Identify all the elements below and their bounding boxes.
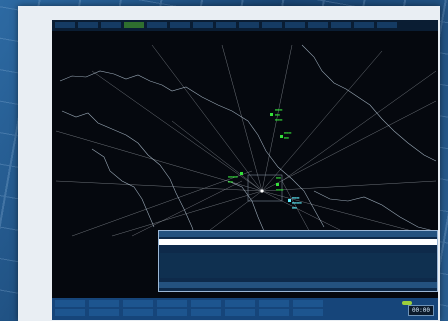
track-green-3[interactable]: ▬▬▬▬ ▬▬	[228, 172, 243, 184]
control-button[interactable]	[293, 309, 323, 316]
toolbar-button-14[interactable]	[354, 22, 374, 28]
control-button[interactable]	[225, 300, 255, 307]
toolbar-button-6[interactable]	[170, 22, 190, 28]
track-green-1[interactable]: ▬▬▬ ▬▬ ▬▬▬	[270, 107, 283, 122]
flight-list-cell	[366, 239, 388, 245]
control-button[interactable]	[89, 309, 119, 316]
toolbar-button-7[interactable]	[193, 22, 213, 28]
flight-list-cell	[306, 282, 328, 288]
flight-list-cell	[162, 282, 184, 288]
control-button[interactable]	[259, 300, 289, 307]
control-button[interactable]	[293, 300, 323, 307]
control-button[interactable]	[157, 309, 187, 316]
flight-list-cell	[162, 231, 184, 237]
flight-list-row[interactable]	[159, 239, 437, 245]
track-green-4[interactable]: ▬▬ ▬▬▬	[276, 175, 284, 192]
monitor-frame: ▬▬▬ ▬▬ ▬▬▬ ▬▬▬ ▬▬ ▬▬▬▬ ▬▬ ▬▬ ▬▬▬ ▬▬▬ ▬▬▬…	[18, 6, 440, 321]
bottom-control-bar	[52, 298, 438, 320]
track-green-2[interactable]: ▬▬▬ ▬▬	[280, 130, 292, 140]
control-group-6	[225, 300, 255, 318]
toolbar-button-4[interactable]	[124, 22, 144, 28]
flight-list-cell	[196, 239, 218, 245]
airport-marker	[260, 189, 264, 193]
flight-list-cell	[162, 239, 184, 245]
control-button[interactable]	[225, 309, 255, 316]
control-button[interactable]	[259, 309, 289, 316]
flight-list-cell	[378, 282, 400, 288]
flight-list-header-2	[159, 282, 437, 288]
toolbar-button-1[interactable]	[55, 22, 75, 28]
control-button[interactable]	[55, 300, 85, 307]
control-group-8	[293, 300, 323, 318]
clock: 00:00	[407, 305, 434, 316]
control-group-5	[191, 300, 221, 318]
track-cyan-1[interactable]: ▬▬▬ ▬▬▬▬ ▬▬	[288, 195, 302, 210]
control-button[interactable]	[157, 300, 187, 307]
control-group-7	[259, 300, 289, 318]
flight-list-cell	[378, 231, 400, 237]
toolbar-button-2[interactable]	[78, 22, 98, 28]
flight-list-cell	[342, 282, 364, 288]
control-button[interactable]	[123, 309, 153, 316]
flight-list-cell	[234, 282, 256, 288]
toolbar-button-9[interactable]	[239, 22, 259, 28]
control-button[interactable]	[55, 309, 85, 316]
flight-list-window[interactable]	[158, 230, 438, 292]
toolbar-button-8[interactable]	[216, 22, 236, 28]
control-button[interactable]	[123, 300, 153, 307]
flight-list-cell	[270, 231, 292, 237]
svg-text:▬▬: ▬▬	[228, 179, 233, 184]
svg-text:▬▬: ▬▬	[284, 135, 289, 140]
flight-list-header	[159, 231, 437, 237]
coastlines	[59, 44, 437, 260]
control-group-4	[157, 300, 187, 318]
flight-list-cell	[230, 239, 252, 245]
toolbar-button-3[interactable]	[101, 22, 121, 28]
toolbar-button-5[interactable]	[147, 22, 167, 28]
flight-list-cell	[332, 239, 354, 245]
control-group-1	[55, 300, 85, 318]
control-group-3	[123, 300, 153, 318]
flight-list-cell	[342, 231, 364, 237]
toolbar-button-13[interactable]	[331, 22, 351, 28]
control-button[interactable]	[89, 300, 119, 307]
flight-list-empty-area	[160, 253, 436, 278]
toolbar-button-12[interactable]	[308, 22, 328, 28]
svg-text:▬▬▬: ▬▬▬	[276, 187, 284, 192]
radar-screen: ▬▬▬ ▬▬ ▬▬▬ ▬▬▬ ▬▬ ▬▬▬▬ ▬▬ ▬▬ ▬▬▬ ▬▬▬ ▬▬▬…	[52, 20, 438, 320]
flight-list-cell	[264, 239, 286, 245]
flight-list-cell	[270, 282, 292, 288]
svg-text:▬▬: ▬▬	[292, 205, 297, 210]
toolbar-button-11[interactable]	[285, 22, 305, 28]
flight-list-cell	[306, 231, 328, 237]
svg-text:▬▬▬: ▬▬▬	[275, 117, 283, 122]
toolbar-button-15[interactable]	[377, 22, 397, 28]
flight-list-cell	[234, 231, 256, 237]
top-toolbar	[52, 20, 438, 31]
flight-list-cell	[198, 231, 220, 237]
flight-list-cell	[198, 282, 220, 288]
svg-text:▬▬: ▬▬	[276, 175, 281, 180]
control-group-2	[89, 300, 119, 318]
control-button[interactable]	[191, 300, 221, 307]
flight-list-cell	[298, 239, 320, 245]
toolbar-button-10[interactable]	[262, 22, 282, 28]
control-button[interactable]	[191, 309, 221, 316]
